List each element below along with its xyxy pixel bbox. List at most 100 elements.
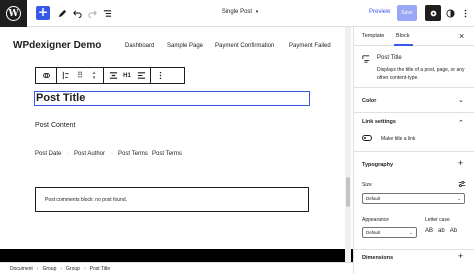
preview-button[interactable]: Preview	[369, 9, 390, 15]
breadcrumb-post-title: Post Title	[89, 265, 111, 272]
nav-link-payment-failed[interactable]: Payment Failed	[289, 43, 331, 49]
appearance-select[interactable]: Default ⌄	[362, 227, 417, 238]
toggle-knob	[364, 137, 366, 139]
toolbar-group-move: ⠿ ▴ ▾	[57, 68, 104, 83]
post-author-block[interactable]: Post Author	[74, 151, 105, 157]
panel-link-settings-title[interactable]: Link settings	[362, 119, 396, 125]
make-title-link-label: Make title a link	[381, 136, 416, 142]
drag-handle-button[interactable]	[59, 68, 73, 83]
undo-icon[interactable]	[70, 6, 84, 20]
post-content-block[interactable]: Post Content	[35, 122, 75, 129]
nav-link-payment-confirmation[interactable]: Payment Confirmation	[215, 43, 274, 49]
divider	[354, 112, 474, 113]
letter-case-options: AB ab Ab	[425, 228, 457, 234]
breadcrumb-group[interactable]: Group	[66, 266, 80, 272]
divider	[354, 151, 474, 152]
block-options-button[interactable]	[153, 68, 167, 83]
block-card-title: Post Title	[377, 55, 402, 61]
contrast-icon[interactable]	[443, 6, 457, 20]
close-icon[interactable]: ×	[459, 31, 464, 41]
redo-icon[interactable]	[85, 6, 99, 20]
save-button[interactable]: Save	[397, 5, 417, 21]
toolbar-group-transform	[36, 68, 57, 83]
divider	[354, 87, 474, 88]
block-card-description: Displays the title of a post, page, or a…	[377, 67, 465, 81]
sliders-icon[interactable]	[458, 180, 466, 188]
tab-block[interactable]: Block	[396, 33, 409, 39]
letter-case-uppercase[interactable]: AB	[425, 228, 433, 234]
make-title-link-toggle[interactable]	[362, 135, 372, 141]
plus-icon[interactable]: +	[458, 158, 463, 168]
comments-notice: Post comments block: no post found.	[45, 197, 127, 203]
move-up-down-button[interactable]: ▴ ▾	[87, 68, 101, 83]
toolbar-group-format: H1	[104, 68, 151, 83]
chevron-down-icon: ▾	[255, 9, 259, 15]
breadcrumb-group[interactable]: Group	[42, 266, 56, 272]
justify-button[interactable]	[106, 68, 120, 83]
plus-icon[interactable]: +	[458, 251, 463, 261]
align-left-icon	[137, 72, 145, 79]
panel-typography-title: Typography	[362, 162, 394, 168]
size-select-value: Default	[366, 196, 381, 201]
editor-top-bar: W + Single Post ▾ Preview Save	[0, 0, 474, 27]
sidebar-tabs: Template Block ×	[354, 27, 474, 46]
gear-icon	[430, 10, 436, 16]
transform-block-button[interactable]	[39, 68, 53, 83]
letter-case-lowercase[interactable]: ab	[438, 228, 445, 234]
site-title[interactable]: WPdexigner Demo	[13, 40, 101, 51]
heading-level-button[interactable]: H1	[120, 68, 134, 83]
align-left-icon	[62, 71, 69, 80]
more-vertical-icon[interactable]	[458, 6, 472, 20]
align-button[interactable]	[134, 68, 148, 83]
footer-region	[0, 249, 353, 262]
active-tab-indicator	[394, 44, 413, 46]
document-title: Single Post	[221, 9, 253, 15]
meta-separator: ·	[111, 151, 113, 157]
nav-link-dashboard[interactable]: Dashboard	[125, 43, 154, 49]
letter-case-capitalize[interactable]: Ab	[450, 228, 457, 234]
post-title-block[interactable]: Post Title	[34, 91, 310, 106]
canvas-scrollbar[interactable]	[345, 27, 351, 262]
size-select[interactable]: Default ⌄	[362, 193, 465, 204]
more-vertical-icon	[159, 71, 161, 80]
panel-color-title[interactable]: Color	[362, 98, 376, 104]
link-rings-icon	[42, 72, 50, 79]
post-terms-block[interactable]: Post Terms	[152, 151, 182, 157]
breadcrumb-separator: ›	[83, 265, 86, 272]
settings-sidebar: Template Block × Post Title Displays the…	[353, 27, 474, 274]
settings-toggle-button[interactable]	[425, 5, 441, 21]
breadcrumb-document[interactable]: Document	[10, 266, 33, 272]
appearance-select-value: Default	[366, 230, 381, 235]
chevron-down-icon: ▾	[92, 74, 96, 81]
meta-separator: ·	[68, 151, 70, 157]
wordpress-logo-icon: W	[6, 6, 21, 21]
chevron-down-icon: ⌄	[457, 195, 461, 201]
post-comments-block[interactable]: Post comments block: no post found.	[35, 187, 309, 212]
justify-icon	[109, 72, 117, 79]
letter-case-label: Letter case	[425, 217, 450, 223]
document-title-selector[interactable]: Single Post ▾	[200, 9, 280, 15]
tab-template[interactable]: Template	[362, 33, 384, 39]
post-terms-block[interactable]: Post Terms	[118, 151, 148, 157]
breadcrumb-separator: ›	[36, 265, 39, 272]
size-label: Size	[362, 182, 372, 188]
chevron-down-icon[interactable]: ⌄	[458, 96, 464, 104]
chevron-down-icon: ⌄	[409, 229, 413, 235]
block-toolbar: ⠿ ▴ ▾ H1	[35, 67, 185, 84]
wordpress-logo-button[interactable]: W	[0, 0, 27, 27]
nav-link-sample-page[interactable]: Sample Page	[167, 43, 203, 49]
pencil-icon[interactable]	[55, 6, 69, 20]
list-view-icon[interactable]	[100, 6, 114, 20]
canvas-scroll-thumb[interactable]	[346, 177, 350, 207]
chevron-up-icon[interactable]: ⌃	[458, 119, 464, 127]
breadcrumb-separator: ›	[60, 265, 63, 272]
divider	[354, 249, 474, 250]
add-block-button[interactable]: +	[36, 6, 50, 20]
drag-icon[interactable]: ⠿	[73, 68, 87, 83]
breadcrumb: Document › Group › Group › Post Title	[0, 262, 353, 274]
toolbar-group-options	[151, 68, 169, 83]
post-date-block[interactable]: Post Date	[35, 151, 61, 157]
editor-canvas: WPdexigner Demo Dashboard Sample Page Pa…	[0, 27, 353, 262]
panel-dimensions-title: Dimensions	[362, 255, 394, 261]
post-title-icon	[362, 55, 370, 63]
